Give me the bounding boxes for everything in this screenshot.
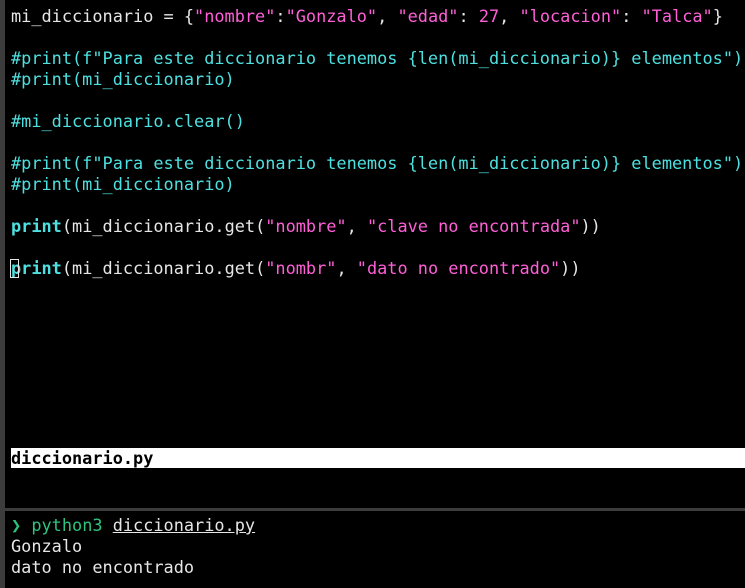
- code-token: ,: [346, 216, 367, 236]
- code-token: }: [712, 6, 723, 26]
- code-line-11: print(mi_diccionario.get("nombre", "clav…: [11, 216, 745, 237]
- terminal-argument-link[interactable]: diccionario.py: [113, 515, 255, 535]
- left-pane-border: [0, 0, 5, 588]
- status-filename: diccionario.py: [11, 448, 154, 468]
- code-token: ,: [377, 6, 398, 26]
- text-cursor: p: [10, 258, 21, 279]
- code-line-9: #print(mi_diccionario): [11, 174, 235, 194]
- cursor-box: [10, 259, 19, 278]
- string-token: "Gonzalo": [285, 6, 378, 26]
- code-token: (mi_diccionario.get(: [61, 216, 266, 236]
- string-token: "edad": [397, 6, 459, 26]
- terminal-output-line: dato no encontrado: [11, 557, 195, 577]
- pane-divider[interactable]: [5, 508, 745, 511]
- string-token: "clave no encontrada": [366, 216, 581, 236]
- string-token: "nombre": [265, 216, 347, 236]
- terminal-pane[interactable]: ❯ python3 diccionario.py Gonzalo dato no…: [11, 515, 745, 578]
- terminal-prompt-line: ❯ python3 diccionario.py: [11, 515, 745, 536]
- code-token: :: [621, 6, 642, 26]
- keyword-token: rint: [21, 258, 62, 278]
- terminal-command: python3: [31, 515, 103, 535]
- code-token: ,: [336, 258, 357, 278]
- code-token: )): [560, 258, 581, 278]
- code-token: :: [458, 6, 479, 26]
- terminal-output-line: Gonzalo: [11, 536, 83, 556]
- code-token: ,: [499, 6, 520, 26]
- code-line-8: #print(f"Para este diccionario tenemos {…: [11, 153, 744, 173]
- string-token: "Talca": [641, 6, 713, 26]
- code-token: :: [275, 6, 286, 26]
- code-line-1: mi_diccionario = {"nombre":"Gonzalo", "e…: [11, 6, 745, 27]
- code-editor[interactable]: mi_diccionario = {"nombre":"Gonzalo", "e…: [10, 6, 745, 446]
- number-token: 27: [478, 6, 500, 26]
- code-line-6: #mi_diccionario.clear(): [11, 111, 245, 131]
- prompt-chevron-icon: ❯: [11, 515, 22, 535]
- keyword-token: print: [11, 216, 62, 236]
- code-token: mi_diccionario = {: [11, 6, 195, 26]
- code-token: )): [580, 216, 601, 236]
- string-token: "nombr": [265, 258, 337, 278]
- editor-status-bar: diccionario.py: [11, 448, 745, 468]
- string-token: "dato no encontrado": [356, 258, 561, 278]
- code-line-3: #print(f"Para este diccionario tenemos {…: [11, 48, 744, 68]
- string-token: "locacion": [519, 6, 622, 26]
- code-token: (mi_diccionario.get(: [61, 258, 266, 278]
- code-line-4: #print(mi_diccionario): [11, 69, 235, 89]
- string-token: "nombre": [194, 6, 276, 26]
- code-line-13: print(mi_diccionario.get("nombr", "dato …: [10, 258, 745, 279]
